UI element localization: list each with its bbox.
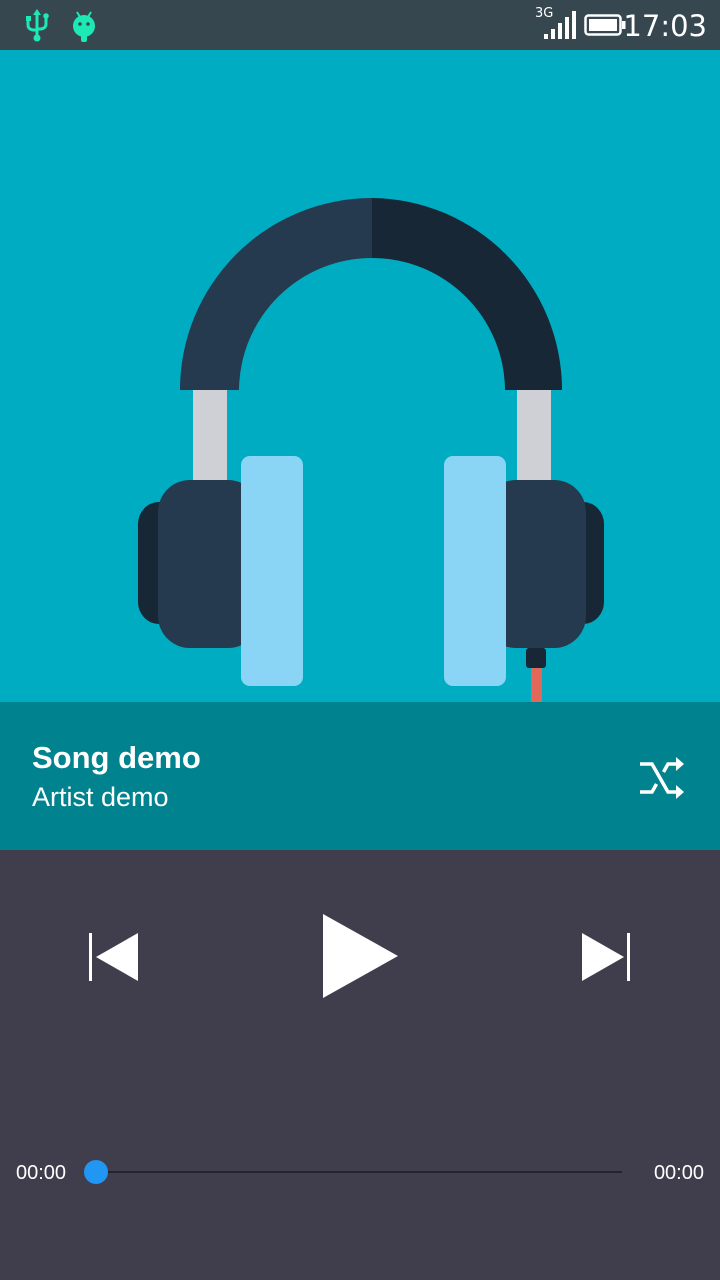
current-time: 00:00 — [16, 1162, 67, 1184]
seek-bar[interactable] — [84, 1160, 622, 1184]
skip-previous-icon[interactable] — [84, 926, 148, 988]
track-info-panel — [0, 702, 720, 850]
status-bar: 3G 17:03 — [0, 0, 720, 50]
android-debug-icon — [73, 11, 95, 42]
battery-icon — [584, 14, 626, 36]
shuffle-icon[interactable] — [632, 750, 688, 806]
artist-name: Artist demo — [32, 782, 169, 812]
seek-bar-thumb[interactable] — [84, 1160, 108, 1184]
usb-icon — [26, 9, 49, 42]
skip-next-icon[interactable] — [572, 926, 636, 988]
total-time: 00:00 — [653, 1162, 704, 1184]
headphones-icon — [138, 198, 604, 724]
clock: 17:03 — [623, 9, 707, 43]
signal-icon — [544, 11, 576, 39]
song-title: Song demo — [32, 740, 201, 775]
play-icon[interactable] — [312, 906, 408, 1006]
